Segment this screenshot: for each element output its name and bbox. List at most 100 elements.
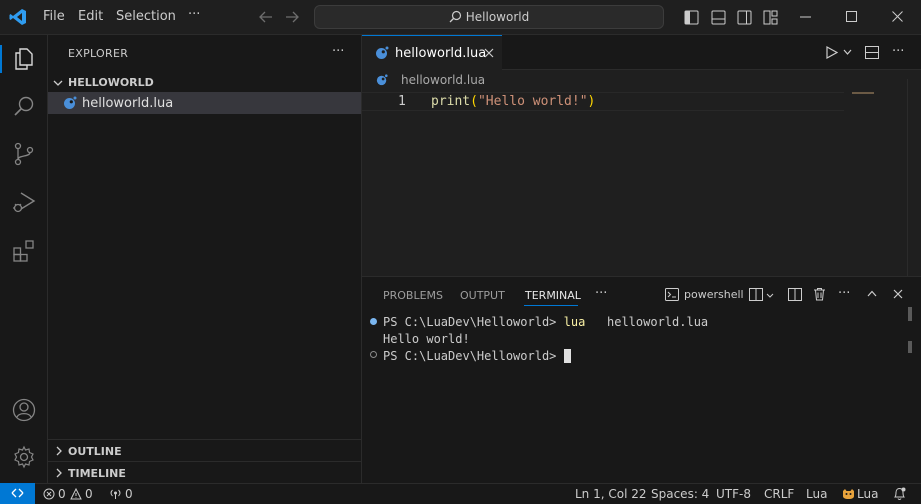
terminal-output: Hello world!	[383, 332, 470, 346]
folder-name: HELLOWORLD	[68, 76, 154, 89]
minimize-icon[interactable]	[800, 16, 811, 18]
title-bar: File Edit Selection ··· Helloworld	[0, 0, 921, 35]
manage-gear-icon[interactable]	[12, 445, 36, 469]
terminal-shell-label[interactable]: powershell	[684, 288, 744, 301]
run-and-debug-icon[interactable]	[12, 190, 36, 214]
command-decoration-dot[interactable]	[370, 351, 377, 358]
back-arrow-icon[interactable]	[259, 10, 273, 24]
outline-section[interactable]: OUTLINE	[48, 439, 361, 461]
terminal-prompt: PS C:\LuaDev\Helloworld>	[383, 315, 557, 329]
editor-more-button[interactable]: ···	[892, 44, 904, 59]
timeline-label: TIMELINE	[68, 467, 126, 480]
command-success-dot[interactable]	[370, 318, 377, 325]
lua-file-icon	[375, 46, 389, 60]
notifications-bell-icon[interactable]	[893, 487, 906, 501]
warning-icon	[70, 488, 82, 500]
menu-file[interactable]: File	[43, 9, 65, 24]
maximize-icon[interactable]	[846, 11, 857, 22]
active-indicator	[0, 45, 2, 73]
terminal-command: lua	[563, 315, 586, 329]
warning-count[interactable]: 0	[85, 487, 93, 501]
menu-more-button[interactable]: ···	[188, 7, 200, 22]
outline-label: OUTLINE	[68, 445, 122, 458]
chevron-down-icon[interactable]	[766, 293, 774, 298]
accounts-icon[interactable]	[12, 398, 36, 422]
lua-extension-status[interactable]: Lua	[857, 487, 878, 501]
encoding[interactable]: UTF-8	[716, 487, 751, 501]
bottom-panel: PROBLEMS OUTPUT TERMINAL ··· powershell …	[362, 276, 921, 483]
menu-selection[interactable]: Selection	[116, 9, 176, 24]
minimap-line[interactable]	[852, 92, 874, 94]
toggle-panel-icon[interactable]	[711, 10, 726, 25]
end-of-line[interactable]: CRLF	[764, 487, 794, 501]
code-paren-close: )	[587, 94, 596, 109]
terminal-scrollbar-thumb[interactable]	[908, 341, 912, 353]
tab-helloworld-lua[interactable]: helloworld.lua	[362, 35, 502, 70]
tab-terminal[interactable]: TERMINAL	[525, 289, 581, 302]
terminal-cursor	[563, 349, 571, 363]
tab-label: helloworld.lua	[395, 46, 487, 61]
explorer-sidebar: EXPLORER ··· HELLOWORLD helloworld.lua O…	[48, 35, 362, 483]
folder-header[interactable]: HELLOWORLD	[48, 72, 361, 94]
tab-output[interactable]: OUTPUT	[460, 289, 505, 302]
search-icon[interactable]	[12, 95, 36, 119]
forward-arrow-icon[interactable]	[285, 10, 299, 24]
toggle-primary-sidebar-icon[interactable]	[684, 10, 699, 25]
tab-problems[interactable]: PROBLEMS	[383, 289, 443, 302]
remote-indicator[interactable]	[0, 483, 35, 504]
explorer-title: EXPLORER	[68, 47, 129, 60]
trash-icon[interactable]	[813, 287, 826, 301]
menu-edit[interactable]: Edit	[78, 9, 103, 24]
vscode-logo-icon	[9, 8, 27, 26]
line-number: 1	[398, 94, 406, 109]
explorer-icon[interactable]	[12, 47, 36, 71]
toggle-secondary-sidebar-icon[interactable]	[737, 10, 752, 25]
explorer-more-button[interactable]: ···	[332, 44, 344, 59]
chevron-down-icon[interactable]	[843, 49, 852, 55]
close-tab-icon[interactable]	[484, 48, 494, 58]
chevron-up-icon[interactable]	[867, 290, 877, 297]
editor-area: helloworld.lua ··· helloworld.lua 1 prin…	[362, 35, 921, 276]
lua-file-icon	[376, 74, 388, 86]
close-window-icon[interactable]	[892, 11, 903, 22]
terminal-line-3[interactable]: PS C:\LuaDev\Helloworld>	[383, 349, 571, 363]
command-center-search[interactable]: Helloworld	[314, 5, 664, 29]
chevron-down-icon	[53, 78, 63, 88]
source-control-icon[interactable]	[12, 142, 36, 166]
error-icon	[43, 488, 55, 500]
panel-more-button[interactable]: ···	[595, 286, 607, 301]
status-bar: 0 0 0 Ln 1, Col 22 Spaces: 4 UTF-8 CRLF …	[0, 483, 921, 504]
language-mode[interactable]: Lua	[806, 487, 827, 501]
search-icon	[449, 10, 462, 23]
breadcrumb-file: helloworld.lua	[401, 73, 486, 87]
tab-terminal-underline	[524, 305, 578, 306]
indentation[interactable]: Spaces: 4	[651, 487, 709, 501]
error-count[interactable]: 0	[58, 487, 66, 501]
close-panel-icon[interactable]	[893, 289, 903, 299]
extensions-icon[interactable]	[12, 239, 36, 263]
code-line-1[interactable]: print("Hello world!")	[431, 94, 595, 109]
lua-extension-icon	[842, 488, 855, 500]
activity-bar	[0, 35, 48, 483]
terminal-argument: helloworld.lua	[607, 315, 709, 329]
file-item-helloworld-lua[interactable]: helloworld.lua	[48, 92, 361, 114]
ports-count[interactable]: 0	[125, 487, 133, 501]
code-function: print	[431, 94, 471, 109]
lua-file-icon	[63, 96, 77, 110]
editor-tabs: helloworld.lua ···	[362, 35, 921, 70]
customize-layout-icon[interactable]	[763, 10, 778, 25]
split-terminal-icon[interactable]	[788, 288, 802, 301]
run-file-icon[interactable]	[826, 46, 838, 59]
cursor-position[interactable]: Ln 1, Col 22	[575, 487, 647, 501]
file-item-label: helloworld.lua	[82, 96, 174, 111]
vertical-scrollbar[interactable]	[907, 79, 921, 276]
timeline-section[interactable]: TIMELINE	[48, 461, 361, 483]
terminal-prompt: PS C:\LuaDev\Helloworld>	[383, 349, 557, 363]
ports-icon	[109, 488, 122, 500]
search-label: Helloworld	[465, 10, 530, 24]
split-editor-icon[interactable]	[865, 46, 879, 59]
chevron-right-icon	[54, 446, 64, 456]
terminal-more-button[interactable]: ···	[838, 286, 850, 301]
terminal-scrollbar-thumb[interactable]	[908, 307, 912, 321]
split-terminal-icon[interactable]	[749, 288, 763, 301]
